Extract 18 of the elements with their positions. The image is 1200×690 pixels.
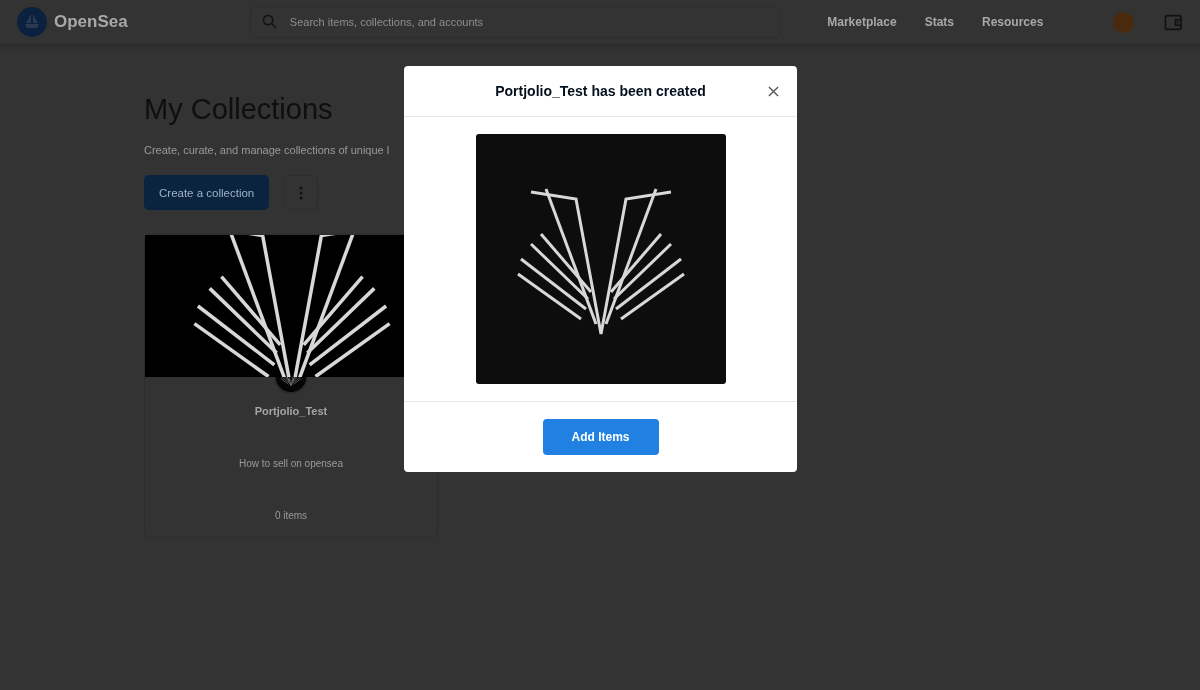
- wallet-icon[interactable]: [1163, 12, 1182, 32]
- vertical-dots-icon: [299, 185, 304, 200]
- add-items-button[interactable]: Add Items: [542, 419, 659, 455]
- nav-link[interactable]: Marketplace: [827, 15, 897, 29]
- nav-link[interactable]: Resources: [982, 15, 1044, 29]
- create-collection-button[interactable]: Create a collection: [144, 175, 270, 210]
- ship-logo-icon[interactable]: [17, 7, 47, 37]
- nav-link[interactable]: Stats: [924, 15, 954, 29]
- search-field[interactable]: Search items, collections, and accounts: [249, 6, 782, 38]
- collection-description: How to sell on opensea: [239, 458, 343, 469]
- more-options-button[interactable]: [284, 175, 319, 210]
- close-button[interactable]: [766, 84, 781, 99]
- item-count: 0 items: [274, 510, 308, 521]
- dialog-title: Portjolio_Test has been created: [495, 83, 706, 99]
- avatar[interactable]: [1113, 11, 1134, 33]
- brand-name[interactable]: OpenSea: [54, 12, 128, 32]
- close-icon: [768, 86, 779, 97]
- collection-name: Portjolio_Test: [254, 405, 328, 417]
